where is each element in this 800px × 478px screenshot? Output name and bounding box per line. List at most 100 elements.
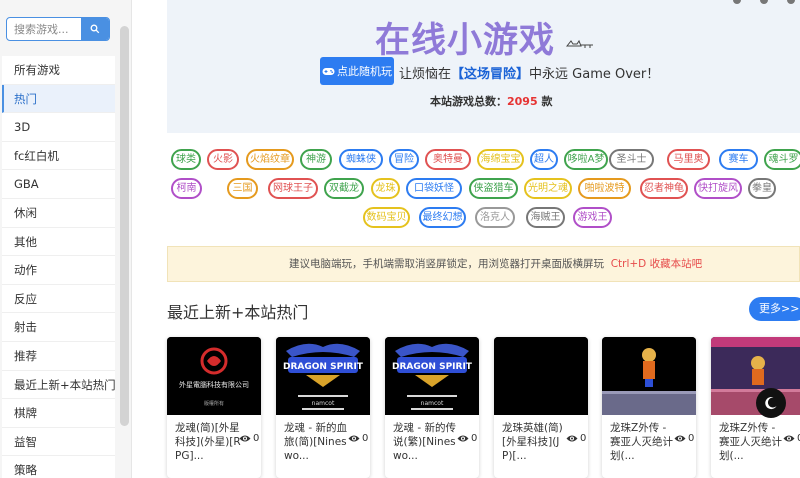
tag-item[interactable]: 口袋妖怪 [406,178,462,199]
tag-item[interactable]: 柯南 [171,178,202,199]
window-controls-icon [733,0,795,4]
tag-item[interactable]: 忍者神龟 [640,178,688,199]
search-box [6,17,110,41]
game-thumbnail[interactable] [494,337,588,415]
tag-item[interactable]: 哆啦A梦 [564,149,608,170]
thumb-logo-text: DRAGON SPIRIT [392,362,473,372]
tag-item[interactable]: 双截龙 [324,178,364,199]
game-views: 0 [348,433,368,444]
gamepad-icon [322,67,335,75]
total-label: 本站游戏总数： [430,95,507,108]
sidebar-item[interactable]: 策略 [2,456,115,478]
game-views: 0 [783,433,800,444]
dark-mode-toggle[interactable] [756,388,786,418]
eye-icon [674,435,686,442]
game-thumbnail[interactable]: DRAGON SPIRIT namcot [385,337,479,415]
tag-item[interactable]: 蜘蛛侠 [339,149,383,170]
sidebar-item[interactable]: 动作 [2,256,115,285]
tag-item[interactable]: 拳皇 [748,178,776,199]
game-card[interactable]: 龙珠Z外传 - 赛亚人灭绝计划(... 0 [602,337,696,478]
sidebar-scrollbar[interactable] [120,26,129,426]
sidebar-item[interactable]: 所有游戏 [2,56,115,85]
game-card[interactable]: 外星電腦科技有限公司 版權所有龙魂(简)[外星科技](外星)[RPG]... 0 [167,337,261,478]
game-card[interactable]: DRAGON SPIRIT namcot 龙魂 - 新的血旅(简)[Nineswo.… [276,337,370,478]
game-card[interactable]: 龙珠英雄(简)[外星科技](JP)[... 0 [494,337,588,478]
sidebar-item[interactable]: 休闲 [2,198,115,228]
tag-item[interactable]: 超人 [530,149,558,170]
sidebar-item[interactable]: 反应 [2,284,115,314]
tag-item[interactable]: 侠盗猎车 [469,178,518,199]
game-title[interactable]: 龙珠Z外传 - 赛亚人灭绝计划(... [719,421,785,463]
tag-item[interactable]: 奥特曼 [425,149,471,170]
search-button[interactable] [81,18,109,40]
sidebar-item[interactable]: 最近上新+本站热门 [2,370,115,400]
sidebar-item[interactable]: 其他 [2,227,115,257]
eye-icon [783,435,795,442]
sidebar-item[interactable]: 射击 [2,313,115,342]
tag-item[interactable]: 冒险 [389,149,419,170]
tag-item[interactable]: 神游 [300,149,332,170]
sidebar-item[interactable]: 3D [2,113,115,142]
tag-item[interactable]: 数码宝贝 [363,207,410,228]
view-count: 0 [253,433,260,444]
tag-item[interactable]: 圣斗士 [609,149,654,170]
sidebar-item[interactable]: 推荐 [2,341,115,371]
tagline-pre: 让烦恼在 [399,67,452,82]
game-title[interactable]: 龙魂(简)[外星科技](外星)[RPG]... [175,421,241,463]
more-button[interactable]: 更多>> [749,297,800,321]
sidebar-item[interactable]: GBA [2,170,115,199]
sidebar-item[interactable]: 益智 [2,427,115,457]
sidebar-item[interactable]: fc红白机 [2,141,115,171]
game-thumbnail[interactable] [602,337,696,415]
game-thumbnail-logo: 外星電腦科技有限公司版權所有 [167,337,261,415]
eye-icon [566,435,578,442]
tag-item[interactable]: 洛克人 [475,207,515,228]
tag-item[interactable]: 光明之魂 [524,178,572,199]
tagline-post: 中永远 Game Over！ [529,67,660,82]
sidebar-item[interactable]: 棋牌 [2,399,115,428]
tag-item[interactable]: 龙珠 [371,178,400,199]
tag-item[interactable]: 马里奥 [667,149,710,170]
random-play-label: 点此随机玩 [337,65,392,78]
thumb-logo-text: DRAGON SPIRIT [283,362,364,372]
sidebar-item[interactable]: 热门 [2,84,115,114]
view-count: 0 [688,433,695,444]
game-title[interactable]: 龙珠Z外传 - 赛亚人灭绝计划(... [610,421,676,463]
tag-item[interactable]: 海贼王 [526,207,565,228]
game-views: 0 [239,433,259,444]
thumb-credit: namcot [312,400,335,407]
game-title[interactable]: 龙魂 - 新的传说(繁)[Nineswo... [393,421,459,463]
tag-item[interactable]: 火影 [207,149,239,170]
tagline: 让烦恼在【这场冒险】中永远 Game Over！ [399,63,659,82]
view-count: 0 [471,433,478,444]
tag-item[interactable]: 最终幻想 [419,207,466,228]
tag-item[interactable]: 海绵宝宝 [477,149,524,170]
game-thumbnail[interactable]: 外星電腦科技有限公司 版權所有 [167,337,261,415]
cat-doodle-icon [565,39,593,48]
category-nav: 所有游戏 热门 3D fc红白机 GBA 休闲 其他 动作 反应 射击 推荐 最近上新+本站热门 棋牌益… [2,56,115,478]
tag-item[interactable]: 三国 [227,178,258,199]
search-icon [90,24,100,34]
search-input[interactable] [7,18,83,40]
sidebar: 所有游戏热门3Dfc红白机GBA休闲其他动作反应射击推荐最近上新+本站热门棋牌益… [0,0,132,478]
game-views: 0 [566,433,586,444]
game-title[interactable]: 龙魂 - 新的血旅(简)[Nineswo... [284,421,350,463]
game-card[interactable]: 龙珠Z外传 - 赛亚人灭绝计划(...0 [711,337,800,478]
moon-icon [765,397,777,410]
game-thumbnail-dragon: DRAGON SPIRIT namcot [276,337,370,415]
tag-item[interactable]: 魂斗罗 [764,149,800,170]
game-title[interactable]: 龙珠英雄(简)[外星科技](JP)[... [502,421,568,463]
view-count: 0 [580,433,587,444]
tag-item[interactable]: 啪啦波特 [578,178,631,199]
tag-item[interactable]: 游戏王 [573,207,612,228]
tag-item[interactable]: 快打旋风 [694,178,742,199]
game-card[interactable]: DRAGON SPIRIT namcot 龙魂 - 新的传说(繁)[Nineswo.… [385,337,479,478]
random-play-button[interactable]: 点此随机玩 [320,57,394,85]
notice-text: 建议电脑端玩，手机端需取消竖屏锁定，用浏览器打开桌面版横屏玩 [289,258,604,270]
tag-item[interactable]: 网球王子 [268,178,318,199]
notice-shortcut: Ctrl+D 收藏本站吧 [610,258,703,270]
tag-item[interactable]: 火焰纹章 [246,149,294,170]
tag-item[interactable]: 赛车 [719,149,758,170]
game-thumbnail[interactable]: DRAGON SPIRIT namcot [276,337,370,415]
tag-item[interactable]: 球类 [171,149,201,170]
